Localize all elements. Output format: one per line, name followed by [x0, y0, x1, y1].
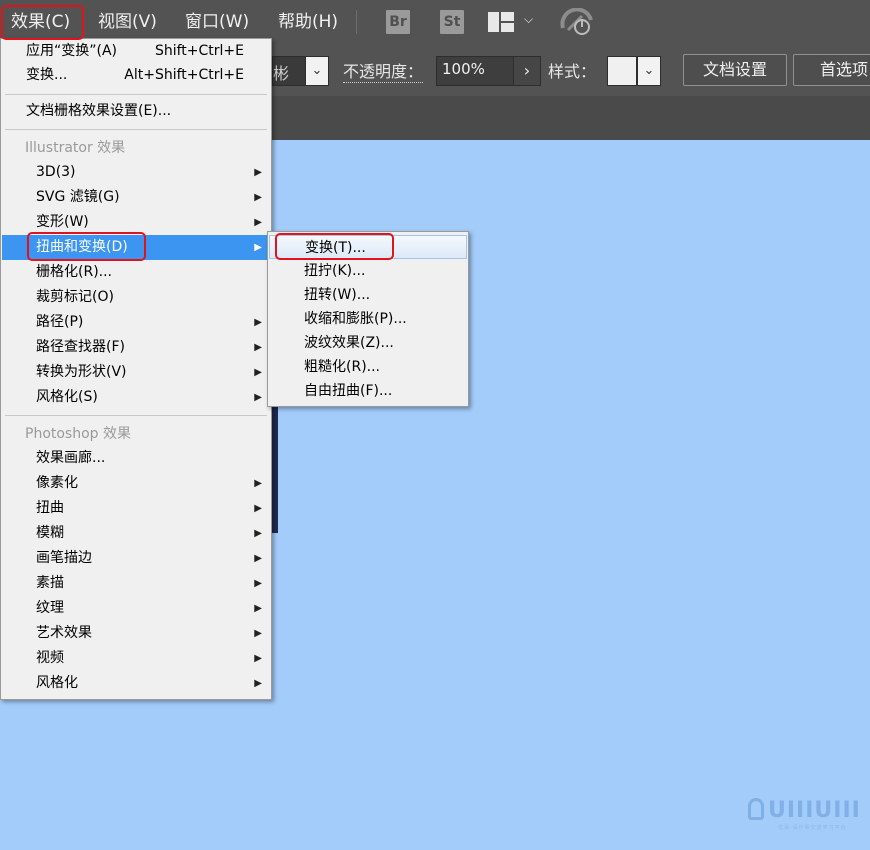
- menu-item-crop-marks[interactable]: 裁剪标记(O): [2, 285, 270, 310]
- menu-help[interactable]: 帮助(H): [278, 0, 338, 44]
- menubar-divider: [356, 10, 357, 34]
- menu-item-svg-filters[interactable]: SVG 滤镜(G) ▶: [2, 185, 270, 210]
- menu-item-stylize[interactable]: 风格化(S) ▶: [2, 385, 270, 410]
- chevron-down-icon[interactable]: ⌵: [524, 12, 533, 27]
- opacity-arrow-button[interactable]: ›: [513, 56, 541, 86]
- submenu-arrow-icon: ▶: [254, 242, 262, 253]
- menu-item-distort-transform[interactable]: 扭曲和变换(D) ▶: [2, 235, 270, 260]
- menu-item-rasterize[interactable]: 栅格化(R)...: [2, 260, 270, 285]
- menu-item-artistic[interactable]: 艺术效果 ▶: [2, 621, 270, 646]
- submenu-arrow-icon: ▶: [254, 367, 262, 378]
- submenu-arrow-icon: ▶: [254, 167, 262, 178]
- opacity-input[interactable]: 100%: [436, 56, 514, 86]
- preferences-button[interactable]: 首选项: [793, 54, 870, 86]
- bridge-icon[interactable]: Br: [386, 10, 410, 34]
- menu-divider: [5, 94, 267, 95]
- submenu-arrow-icon: ▶: [254, 503, 262, 514]
- effect-menu: 应用“变换”(A) Shift+Ctrl+E 变换... Alt+Shift+C…: [0, 38, 272, 700]
- shape-field-text: 彬: [273, 64, 290, 83]
- distort-transform-submenu: 变换(T)... 扭拧(K)... 扭转(W)... 收缩和膨胀(P)... 波…: [267, 231, 469, 407]
- menu-item-distort[interactable]: 扭曲 ▶: [2, 496, 270, 521]
- menu-item-pathfinder[interactable]: 路径查找器(F) ▶: [2, 335, 270, 360]
- watermark-text: UIIIUIII: [768, 798, 861, 823]
- submenu-item-transform[interactable]: 变换(T)...: [269, 235, 467, 259]
- menu-divider: [5, 415, 267, 416]
- menu-item-path[interactable]: 路径(P) ▶: [2, 310, 270, 335]
- raster-settings-item[interactable]: 文档栅格效果设置(E)...: [2, 99, 270, 124]
- menu-item-pixelate[interactable]: 像素化 ▶: [2, 471, 270, 496]
- lightbulb-icon: [748, 798, 764, 820]
- submenu-item-free-distort[interactable]: 自由扭曲(F)...: [269, 379, 467, 403]
- document-setup-button[interactable]: 文档设置: [683, 54, 787, 86]
- menu-item-3d[interactable]: 3D(3) ▶: [2, 160, 270, 185]
- menu-item-blur[interactable]: 模糊 ▶: [2, 521, 270, 546]
- menu-item-brush-strokes[interactable]: 画笔描边 ▶: [2, 546, 270, 571]
- submenu-arrow-icon: ▶: [254, 678, 262, 689]
- menu-item-effect-gallery[interactable]: 效果画廊...: [2, 446, 270, 471]
- submenu-arrow-icon: ▶: [254, 578, 262, 589]
- menu-item-video[interactable]: 视频 ▶: [2, 646, 270, 671]
- stock-icon[interactable]: St: [440, 10, 464, 34]
- submenu-arrow-icon: ▶: [254, 478, 262, 489]
- style-dropdown-button[interactable]: ⌄: [637, 56, 661, 86]
- menu-item-convert-to-shape[interactable]: 转换为形状(V) ▶: [2, 360, 270, 385]
- artwork-edge: [272, 405, 278, 533]
- shape-field[interactable]: 彬: [272, 56, 306, 86]
- submenu-arrow-icon: ▶: [254, 653, 262, 664]
- photoshop-effects-header: Photoshop 效果: [25, 426, 132, 442]
- workspace-layout-icon[interactable]: [488, 12, 514, 32]
- submenu-item-twist[interactable]: 扭转(W)...: [269, 283, 467, 307]
- apply-last-effect-item[interactable]: 应用“变换”(A) Shift+Ctrl+E: [2, 39, 270, 64]
- submenu-item-pucker-bloat[interactable]: 收缩和膨胀(P)...: [269, 307, 467, 331]
- submenu-arrow-icon: ▶: [254, 342, 262, 353]
- submenu-arrow-icon: ▶: [254, 628, 262, 639]
- menu-item-texture[interactable]: 纹理 ▶: [2, 596, 270, 621]
- watermark-logo: UIIIUIII 优设·设计师交流学习平台: [748, 798, 861, 831]
- last-effect-item[interactable]: 变换... Alt+Shift+Ctrl+E: [2, 63, 270, 88]
- shape-dropdown-button[interactable]: ⌄: [305, 56, 329, 86]
- submenu-item-zig-zag[interactable]: 波纹效果(Z)...: [269, 331, 467, 355]
- gpu-performance-icon[interactable]: [560, 8, 596, 36]
- menu-item-ps-stylize[interactable]: 风格化 ▶: [2, 671, 270, 696]
- submenu-arrow-icon: ▶: [254, 317, 262, 328]
- opacity-value: 100%: [442, 60, 485, 78]
- submenu-arrow-icon: ▶: [254, 392, 262, 403]
- submenu-item-pucker[interactable]: 扭拧(K)...: [269, 259, 467, 283]
- illustrator-effects-header: Illustrator 效果: [25, 140, 126, 156]
- submenu-arrow-icon: ▶: [254, 553, 262, 564]
- menu-item-warp[interactable]: 变形(W) ▶: [2, 210, 270, 235]
- submenu-arrow-icon: ▶: [254, 192, 262, 203]
- submenu-item-roughen[interactable]: 粗糙化(R)...: [269, 355, 467, 379]
- menu-divider: [5, 129, 267, 130]
- menu-item-sketch[interactable]: 素描 ▶: [2, 571, 270, 596]
- watermark-tagline: 优设·设计师交流学习平台: [778, 825, 847, 831]
- submenu-arrow-icon: ▶: [254, 217, 262, 228]
- submenu-arrow-icon: ▶: [254, 603, 262, 614]
- opacity-label[interactable]: 不透明度：: [343, 58, 424, 83]
- style-swatch[interactable]: [607, 56, 637, 86]
- style-label: 样式：: [548, 62, 597, 81]
- submenu-arrow-icon: ▶: [254, 528, 262, 539]
